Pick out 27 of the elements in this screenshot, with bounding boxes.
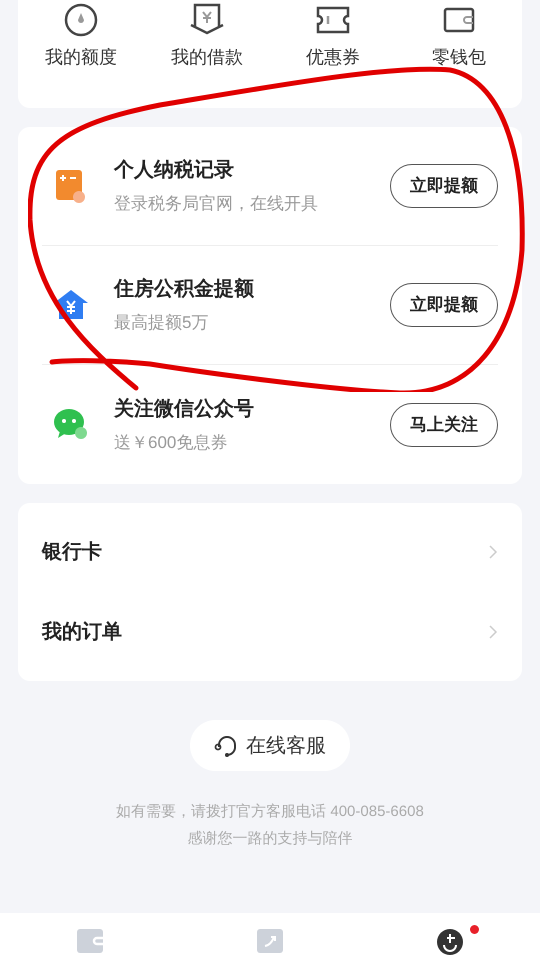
arrow-square-icon <box>257 929 283 953</box>
task-subtitle: 送￥600免息券 <box>114 432 228 454</box>
customer-service-button[interactable]: 在线客服 <box>190 720 350 771</box>
task-subtitle: 最高提额5万 <box>114 312 210 334</box>
shortcut-button[interactable]: 我的借款 <box>144 2 270 108</box>
task-subtitle: 登录税务局官网，在线开具 <box>114 193 319 216</box>
task-title: 住房公积金提额 <box>114 276 255 302</box>
chevron-right-icon <box>488 544 498 560</box>
profile-icon <box>437 929 463 955</box>
menu-item[interactable]: 我的订单 <box>42 592 498 672</box>
action-button[interactable]: 立即提额 <box>390 164 498 208</box>
shortcut-button[interactable]: 优惠券 <box>270 2 396 108</box>
yen-banner-icon <box>189 3 225 37</box>
menu-item[interactable]: 银行卡 <box>42 512 498 592</box>
shortcut-button[interactable]: 零钱包 <box>396 2 522 108</box>
drop-circle-icon <box>64 3 98 37</box>
task-title: 个人纳税记录 <box>114 158 235 184</box>
ticket-icon <box>315 5 351 35</box>
wallet-icon <box>442 5 476 35</box>
footer-text: 如有需要，请拨打官方客服电话 400-085-6608 <box>116 802 424 822</box>
chevron-right-icon <box>488 624 498 640</box>
action-button[interactable]: 马上关注 <box>390 402 498 446</box>
task-title: 关注微信公众号 <box>114 396 255 422</box>
footer-text: 感谢您一路的支持与陪伴 <box>188 828 352 848</box>
action-button[interactable]: 立即提额 <box>390 283 498 327</box>
wallet-icon <box>77 929 103 953</box>
shortcut-button[interactable]: 我的额度 <box>18 2 144 108</box>
